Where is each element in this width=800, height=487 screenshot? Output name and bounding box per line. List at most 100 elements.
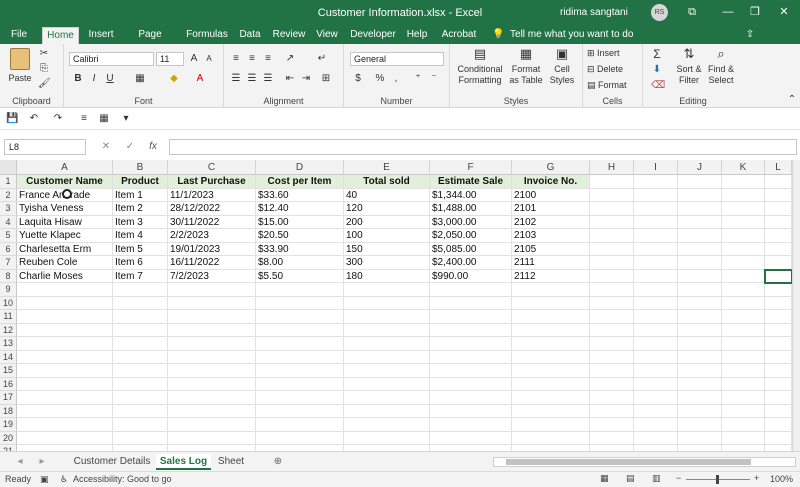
table-cell[interactable]: 120: [344, 202, 430, 216]
sheet-tab-sheet[interactable]: Sheet: [213, 454, 249, 470]
empty-cell[interactable]: [765, 377, 792, 391]
empty-cell[interactable]: [634, 188, 678, 202]
zoom-level[interactable]: 100%: [770, 474, 793, 484]
row-header-17[interactable]: 17: [0, 391, 17, 405]
table-cell[interactable]: 150: [344, 242, 430, 256]
empty-cell[interactable]: [634, 431, 678, 445]
increase-indent-icon[interactable]: ⇥: [300, 73, 312, 85]
table-cell[interactable]: 30/11/2022: [168, 215, 256, 229]
empty-cell[interactable]: [678, 229, 722, 243]
delete-cells-button[interactable]: ⊟ Delete: [587, 64, 623, 75]
empty-cell[interactable]: [722, 391, 765, 405]
empty-cell[interactable]: [344, 431, 430, 445]
row-header-1[interactable]: 1: [0, 175, 17, 189]
empty-cell[interactable]: [678, 418, 722, 432]
empty-cell[interactable]: [722, 229, 765, 243]
empty-cell[interactable]: [678, 350, 722, 364]
row-header-19[interactable]: 19: [0, 418, 17, 432]
empty-cell[interactable]: [590, 364, 634, 378]
row-header-14[interactable]: 14: [0, 350, 17, 364]
minimize-icon[interactable]: —: [716, 3, 740, 21]
wrap-text-icon[interactable]: ↵: [316, 53, 328, 65]
empty-cell[interactable]: [634, 229, 678, 243]
empty-cell[interactable]: [113, 350, 168, 364]
insert-function-icon[interactable]: fx: [147, 141, 159, 153]
table-cell[interactable]: Item 3: [113, 215, 168, 229]
comma-button[interactable]: ,: [390, 73, 402, 85]
empty-cell[interactable]: [512, 377, 590, 391]
empty-cell[interactable]: [678, 242, 722, 256]
collapse-ribbon-icon[interactable]: ⌃: [786, 94, 798, 106]
empty-cell[interactable]: [590, 377, 634, 391]
empty-cell[interactable]: [678, 337, 722, 351]
empty-cell[interactable]: [168, 296, 256, 310]
tell-me-search[interactable]: 💡 Tell me what you want to do: [492, 27, 633, 42]
empty-cell[interactable]: [168, 431, 256, 445]
empty-cell[interactable]: [590, 256, 634, 270]
empty-cell[interactable]: [765, 364, 792, 378]
restore-icon[interactable]: ❐: [743, 3, 767, 21]
empty-cell[interactable]: [590, 337, 634, 351]
table-cell[interactable]: Item 1: [113, 188, 168, 202]
table-cell[interactable]: 2103: [512, 229, 590, 243]
empty-cell[interactable]: [17, 296, 113, 310]
row-header-7[interactable]: 7: [0, 256, 17, 270]
empty-cell[interactable]: [17, 310, 113, 324]
tab-data[interactable]: Data: [238, 27, 262, 44]
empty-cell[interactable]: [765, 323, 792, 337]
zoom-slider-thumb[interactable]: [716, 475, 719, 484]
orientation-icon[interactable]: ↗: [284, 53, 296, 65]
empty-cell[interactable]: [634, 337, 678, 351]
empty-cell[interactable]: [512, 350, 590, 364]
empty-cell[interactable]: [344, 404, 430, 418]
empty-cell[interactable]: [512, 391, 590, 405]
empty-cell[interactable]: [17, 364, 113, 378]
empty-cell[interactable]: [765, 175, 792, 189]
empty-cell[interactable]: [634, 391, 678, 405]
row-header-8[interactable]: 8: [0, 269, 17, 283]
empty-cell[interactable]: [344, 296, 430, 310]
enter-icon[interactable]: ✓: [124, 141, 136, 153]
header-cell[interactable]: Invoice No.: [512, 175, 590, 189]
empty-cell[interactable]: [590, 296, 634, 310]
row-header-3[interactable]: 3: [0, 202, 17, 216]
table-cell[interactable]: 2100: [512, 188, 590, 202]
empty-cell[interactable]: [512, 323, 590, 337]
table-cell[interactable]: $33.60: [256, 188, 344, 202]
empty-cell[interactable]: [17, 283, 113, 297]
empty-cell[interactable]: [113, 377, 168, 391]
font-size-select[interactable]: 11: [156, 52, 184, 66]
empty-cell[interactable]: [722, 283, 765, 297]
empty-cell[interactable]: [17, 337, 113, 351]
table-cell[interactable]: Item 2: [113, 202, 168, 216]
empty-cell[interactable]: [590, 242, 634, 256]
empty-cell[interactable]: [17, 431, 113, 445]
align-center-icon[interactable]: ☰: [246, 73, 258, 85]
underline-button[interactable]: U: [104, 73, 116, 85]
empty-cell[interactable]: [168, 404, 256, 418]
table-cell[interactable]: Item 4: [113, 229, 168, 243]
header-cell[interactable]: Estimate Sale: [430, 175, 512, 189]
empty-cell[interactable]: [17, 377, 113, 391]
empty-cell[interactable]: [634, 310, 678, 324]
table-cell[interactable]: $15.00: [256, 215, 344, 229]
empty-cell[interactable]: [430, 404, 512, 418]
redo-icon[interactable]: ↷: [52, 113, 64, 125]
format-as-table-button[interactable]: ▦ Format as Table: [508, 47, 544, 86]
autosum-icon[interactable]: Σ: [651, 48, 663, 60]
empty-cell[interactable]: [344, 418, 430, 432]
horizontal-scroll-thumb[interactable]: [506, 459, 751, 465]
tab-review[interactable]: Review: [272, 27, 306, 44]
empty-cell[interactable]: [678, 391, 722, 405]
sheet-tab-customer-details[interactable]: Customer Details: [70, 454, 154, 470]
table-cell[interactable]: 11/1/2023: [168, 188, 256, 202]
empty-cell[interactable]: [765, 215, 792, 229]
undo-icon[interactable]: ↶: [28, 113, 40, 125]
row-header-20[interactable]: 20: [0, 431, 17, 445]
empty-cell[interactable]: [634, 256, 678, 270]
empty-cell[interactable]: [17, 391, 113, 405]
empty-cell[interactable]: [430, 296, 512, 310]
empty-cell[interactable]: [590, 310, 634, 324]
empty-cell[interactable]: [590, 418, 634, 432]
table-cell[interactable]: $1,344.00: [430, 188, 512, 202]
